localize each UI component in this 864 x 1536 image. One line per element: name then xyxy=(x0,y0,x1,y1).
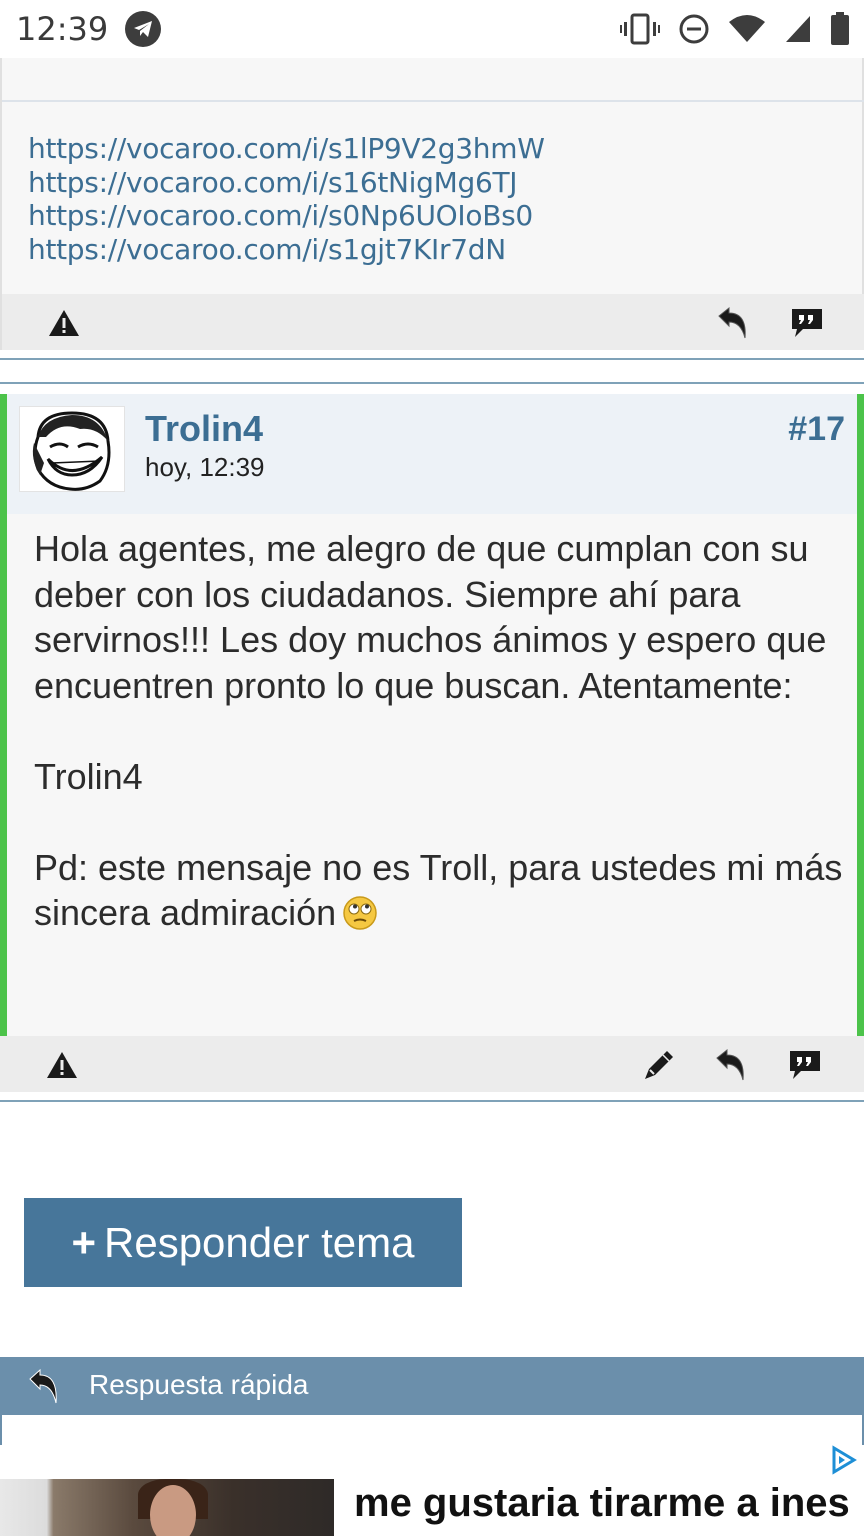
report-icon[interactable] xyxy=(45,304,83,342)
vocaroo-link[interactable]: https://vocaroo.com/i/s1lP9V2g3hmW xyxy=(28,132,545,166)
avatar[interactable] xyxy=(19,406,125,492)
report-icon[interactable] xyxy=(43,1046,81,1084)
vocaroo-link[interactable]: https://vocaroo.com/i/s0Np6UOIoBs0 xyxy=(28,199,545,233)
status-icons xyxy=(620,12,850,46)
post-paragraph: Pd: este mensaje no es Troll, para usted… xyxy=(34,845,844,936)
reply-icon[interactable] xyxy=(712,1046,750,1084)
post-paragraph: Hola agentes, me alegro de que cumplan c… xyxy=(34,528,827,706)
quick-reply-panel xyxy=(0,1415,864,1445)
post-action-bar xyxy=(2,294,864,350)
post-separator xyxy=(0,358,864,360)
post-header: Trolin4 hoy, 12:39 #17 xyxy=(7,394,857,514)
wifi-icon xyxy=(729,15,765,42)
post-paragraph: Trolin4 xyxy=(34,755,143,797)
post-number[interactable]: #17 xyxy=(788,410,845,449)
post-separator xyxy=(0,382,864,384)
previous-post: https://vocaroo.com/i/s1lP9V2g3hmW https… xyxy=(0,58,864,350)
vocaroo-link[interactable]: https://vocaroo.com/i/s1gjt7KIr7dN xyxy=(28,233,545,267)
ad-banner[interactable]: me gustaria tirarme a ines xyxy=(0,1445,864,1536)
quote-icon[interactable] xyxy=(788,304,826,342)
vibrate-icon xyxy=(620,13,660,45)
edit-icon[interactable] xyxy=(640,1046,678,1084)
forum-post: Trolin4 hoy, 12:39 #17 Hola agentes, me … xyxy=(0,394,864,1036)
status-time: 12:39 xyxy=(16,10,109,48)
battery-icon xyxy=(831,12,849,45)
reply-icon[interactable] xyxy=(714,304,752,342)
vocaroo-link[interactable]: https://vocaroo.com/i/s16tNigMg6TJ xyxy=(28,166,545,200)
rolling-eyes-emoji-icon xyxy=(342,895,378,931)
post-body: Hola agentes, me alegro de que cumplan c… xyxy=(34,526,844,936)
ad-title[interactable]: me gustaria tirarme a ines xyxy=(354,1481,850,1526)
reply-icon xyxy=(26,1367,62,1410)
status-bar: 12:39 xyxy=(0,0,864,58)
quick-reply-bar[interactable]: Respuesta rápida xyxy=(0,1357,864,1415)
telegram-icon xyxy=(125,11,161,47)
signal-icon xyxy=(786,16,810,42)
post-separator xyxy=(0,1100,864,1102)
quick-reply-label: Respuesta rápida xyxy=(89,1369,309,1400)
reply-topic-label: Responder tema xyxy=(104,1219,415,1266)
post-date: hoy, 12:39 xyxy=(145,452,265,482)
do-not-disturb-icon xyxy=(679,14,709,44)
post-paragraph-text: Pd: este mensaje no es Troll, para usted… xyxy=(34,846,843,934)
post-top-divider xyxy=(2,100,864,102)
ad-thumbnail[interactable] xyxy=(0,1479,334,1536)
plus-icon: + xyxy=(71,1219,96,1266)
post-action-bar xyxy=(0,1036,864,1092)
adchoices-icon[interactable] xyxy=(828,1445,858,1480)
vocaroo-link-list: https://vocaroo.com/i/s1lP9V2g3hmW https… xyxy=(28,132,545,266)
reply-topic-button[interactable]: + Responder tema xyxy=(24,1198,462,1287)
forum-thread-page: 12:39 https://vocaroo.com/i/s1lP9V2g3hmW… xyxy=(0,0,864,1536)
post-author[interactable]: Trolin4 xyxy=(145,408,263,450)
quote-icon[interactable] xyxy=(786,1046,824,1084)
